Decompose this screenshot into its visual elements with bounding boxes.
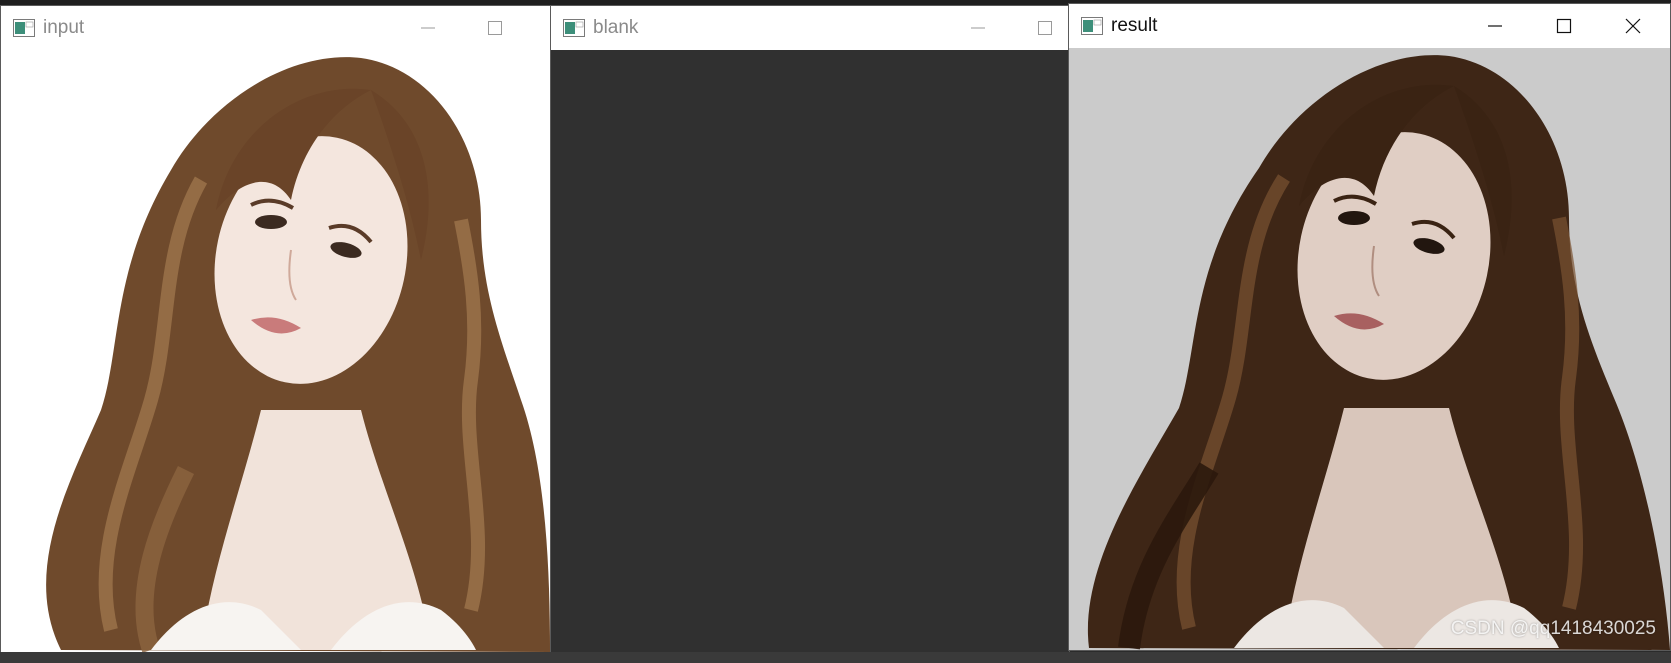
result-window[interactable]: result CSDN @qq1418430025 — [1069, 4, 1670, 650]
blank-window-title: blank — [593, 17, 639, 38]
portrait-photo — [1, 50, 550, 652]
minimize-icon[interactable] — [964, 14, 992, 42]
bottom-strip — [0, 652, 1671, 663]
minimize-icon[interactable] — [414, 14, 442, 42]
app-icon — [1081, 17, 1103, 35]
close-icon[interactable] — [1619, 12, 1647, 40]
input-titlebar[interactable]: input — [1, 6, 550, 50]
desktop: input blank result CSDN @qq1418430025 — [0, 0, 1671, 663]
blank-window[interactable]: blank — [551, 6, 1069, 652]
portrait-photo-result — [1069, 48, 1670, 650]
minimize-icon[interactable] — [1481, 12, 1509, 40]
maximize-icon[interactable] — [1550, 12, 1578, 40]
input-window[interactable]: input — [1, 6, 550, 652]
app-icon — [13, 19, 35, 37]
maximize-icon[interactable] — [481, 14, 509, 42]
blank-canvas — [551, 50, 1069, 652]
watermark: CSDN @qq1418430025 — [1450, 618, 1656, 639]
result-image: CSDN @qq1418430025 — [1069, 48, 1670, 650]
result-window-title: result — [1111, 15, 1158, 36]
input-image — [1, 50, 550, 652]
blank-titlebar[interactable]: blank — [551, 6, 1069, 50]
maximize-icon[interactable] — [1031, 14, 1059, 42]
result-titlebar[interactable]: result — [1069, 4, 1670, 48]
app-icon — [563, 19, 585, 37]
input-window-title: input — [43, 17, 85, 38]
